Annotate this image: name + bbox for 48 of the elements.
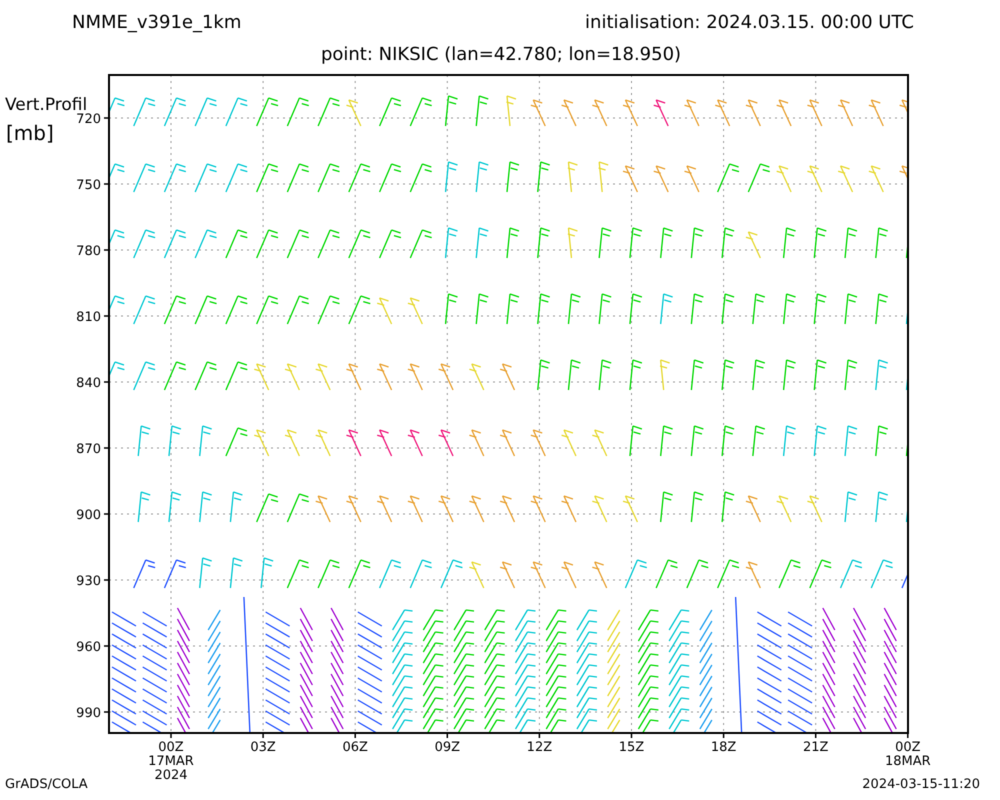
axis-label: 18MAR bbox=[884, 754, 931, 769]
axis-label: 12Z bbox=[526, 740, 552, 755]
axis-label: 06Z bbox=[342, 740, 368, 755]
axis-label: 03Z bbox=[250, 740, 276, 755]
timestamp: 2024-03-15-11:20 bbox=[862, 777, 980, 792]
tick-mark bbox=[446, 733, 448, 738]
tick-mark bbox=[104, 249, 109, 251]
tick-mark bbox=[104, 315, 109, 317]
tick-mark bbox=[104, 645, 109, 647]
tick-mark bbox=[354, 733, 356, 738]
tick-mark bbox=[104, 447, 109, 449]
axis-unit: [mb] bbox=[6, 121, 54, 145]
tick-mark bbox=[170, 733, 172, 738]
tick-mark bbox=[630, 733, 632, 738]
axis-label: 930 bbox=[76, 574, 101, 589]
axis-label: 720 bbox=[76, 112, 101, 127]
axis-label: 900 bbox=[76, 508, 101, 523]
axis-label: 840 bbox=[76, 376, 101, 391]
axis-label: 810 bbox=[76, 310, 101, 325]
axis-label: 960 bbox=[76, 640, 101, 655]
tick-mark bbox=[262, 733, 264, 738]
axis-label: 2024 bbox=[154, 768, 188, 781]
axis-label: 09Z bbox=[434, 740, 460, 755]
tick-mark bbox=[538, 733, 540, 738]
axis-title: Vert.Profil bbox=[5, 95, 88, 115]
axis-label: 990 bbox=[76, 706, 101, 721]
tick-mark bbox=[104, 117, 109, 119]
tick-mark bbox=[722, 733, 724, 738]
initialisation-time: initialisation: 2024.03.15. 00:00 UTC bbox=[585, 12, 914, 32]
axis-label: 780 bbox=[76, 244, 101, 259]
axis-label: 21Z bbox=[802, 740, 828, 755]
tick-mark bbox=[104, 579, 109, 581]
axis-label: 17MAR bbox=[148, 754, 194, 769]
model-name: NMME_v391e_1km bbox=[72, 12, 242, 32]
axis-label: 750 bbox=[76, 178, 101, 193]
software-credit: GrADS/COLA bbox=[5, 777, 88, 792]
axis-label: 15Z bbox=[618, 740, 644, 755]
axis-label: 00Z bbox=[895, 740, 921, 755]
chart-title: point: NIKSIC (lan=42.780; lon=18.950) bbox=[320, 44, 682, 65]
axis-label: 18Z bbox=[710, 740, 736, 755]
tick-mark bbox=[104, 711, 109, 713]
tick-mark bbox=[814, 733, 816, 738]
tick-mark bbox=[104, 381, 109, 383]
axis-label: 870 bbox=[76, 442, 101, 457]
tick-mark bbox=[907, 733, 909, 738]
axis-label: 00Z bbox=[158, 740, 184, 755]
tick-mark bbox=[104, 183, 109, 185]
tick-mark bbox=[104, 513, 109, 515]
